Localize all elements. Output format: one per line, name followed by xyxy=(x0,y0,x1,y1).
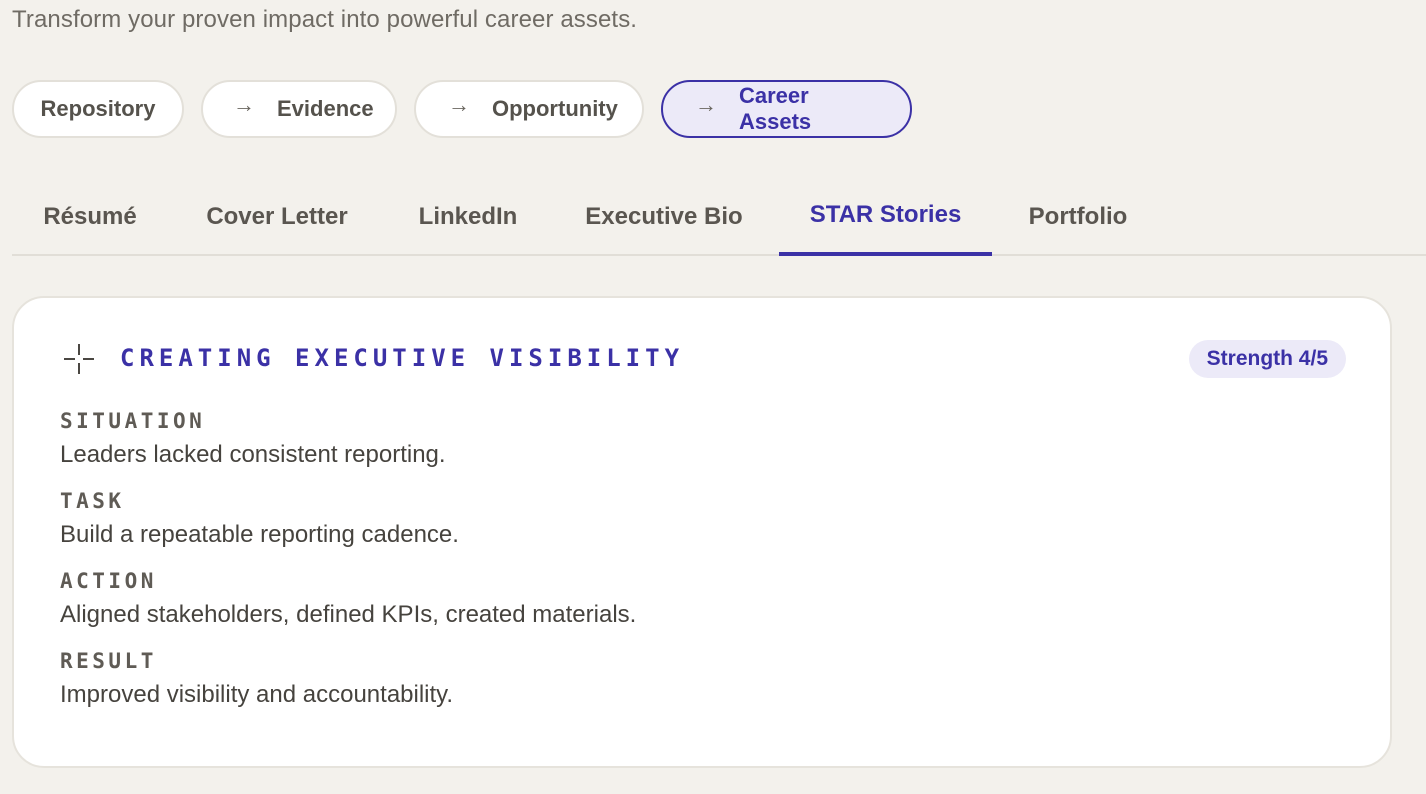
tab-star-stories[interactable]: STAR Stories xyxy=(779,178,992,256)
section-text: Aligned stakeholders, defined KPIs, crea… xyxy=(60,601,637,628)
section-label: TASK xyxy=(60,489,125,513)
story-section-result: RESULT Improved visibility and accountab… xyxy=(60,648,453,710)
pipeline-step-label: Evidence xyxy=(277,96,374,121)
pipeline-step-evidence[interactable]: → Evidence xyxy=(201,80,397,138)
pipeline-step-label: Repository xyxy=(40,96,156,121)
story-title: CREATING EXECUTIVE VISIBILITY xyxy=(120,344,685,372)
pipeline-step-label: Opportunity xyxy=(492,96,618,121)
page-subtitle: Transform your proven impact into powerf… xyxy=(12,6,638,33)
arrow-right-icon: → xyxy=(695,92,717,117)
story-section-action: ACTION Aligned stakeholders, defined KPI… xyxy=(60,568,636,630)
pipeline-step-opportunity[interactable]: → Opportunity xyxy=(414,80,644,138)
story-section-task: TASK Build a repeatable reporting cadenc… xyxy=(60,488,459,550)
tab-cover-letter[interactable]: Cover Letter xyxy=(180,178,374,256)
pipeline-step-repository[interactable]: Repository xyxy=(12,80,184,138)
strength-badge: Strength 4/5 xyxy=(1188,340,1346,378)
section-text: Build a repeatable reporting cadence. xyxy=(60,521,459,548)
arrow-right-icon: → xyxy=(448,92,470,117)
pipeline-step-label: Career Assets xyxy=(739,83,812,134)
pipeline-steps: Repository → Evidence → Opportunity → Ca… xyxy=(12,80,912,138)
tab-resume[interactable]: Résumé xyxy=(12,178,168,256)
tab-linkedin[interactable]: LinkedIn xyxy=(398,178,538,256)
section-text: Improved visibility and accountability. xyxy=(60,681,454,708)
sparkle-cross-icon xyxy=(64,344,94,374)
tab-executive-bio[interactable]: Executive Bio xyxy=(562,178,766,256)
section-label: RESULT xyxy=(60,649,157,673)
tab-portfolio[interactable]: Portfolio xyxy=(1010,178,1146,256)
pipeline-step-career-assets[interactable]: → Career Assets xyxy=(661,80,912,138)
arrow-right-icon: → xyxy=(233,92,255,117)
story-section-situation: SITUATION Leaders lacked consistent repo… xyxy=(60,408,446,470)
asset-tabs: Résumé Cover Letter LinkedIn Executive B… xyxy=(12,178,1426,256)
star-story-card: CREATING EXECUTIVE VISIBILITY Strength 4… xyxy=(12,296,1392,768)
section-label: ACTION xyxy=(60,569,157,593)
section-text: Leaders lacked consistent reporting. xyxy=(60,441,446,468)
section-label: SITUATION xyxy=(60,409,206,433)
